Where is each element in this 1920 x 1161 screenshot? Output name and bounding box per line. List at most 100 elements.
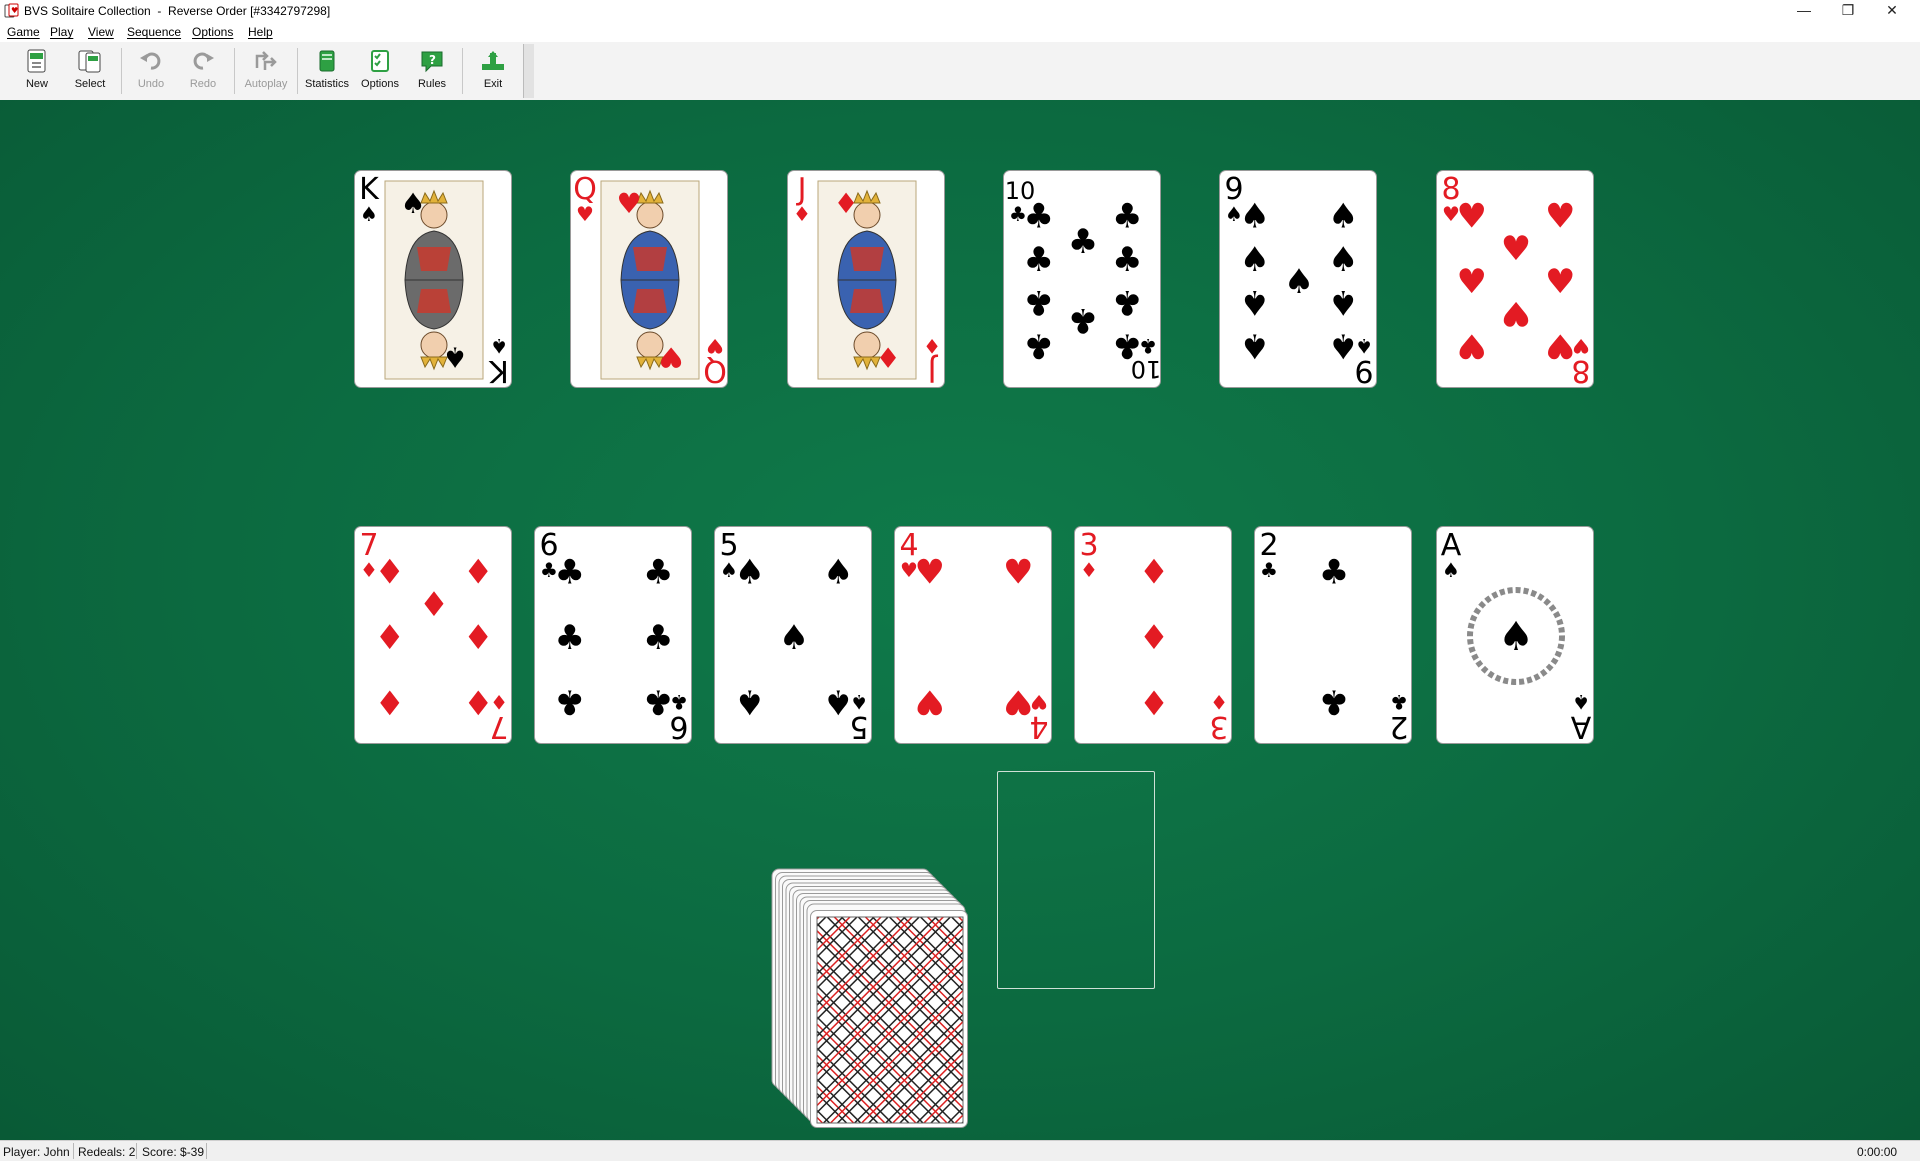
playing-card[interactable]: Q ♥ Q ♥ ♥ ♥ — [570, 170, 728, 388]
suit-pip: ♥ — [1457, 262, 1487, 302]
menu-options[interactable]: Options — [192, 25, 233, 39]
status-score: Score: $-39 — [142, 1145, 205, 1159]
redo-label: Redo — [189, 78, 217, 90]
new-game-icon — [27, 49, 46, 73]
minimize-button[interactable]: — — [1782, 0, 1826, 22]
suit-pip: ♠ — [442, 340, 467, 373]
suit-pip: ♦ — [833, 187, 858, 220]
suit-pip: ♥ — [1545, 196, 1575, 236]
autoplay-button[interactable]: Autoplay — [242, 48, 290, 98]
toolbar-separator — [297, 48, 298, 94]
autoplay-icon — [255, 51, 277, 70]
suit-pip: ♦ — [875, 340, 900, 373]
suit-pip: ♣ — [1112, 326, 1142, 366]
suit-pip: ♦ — [375, 618, 405, 658]
help-icon: ? — [421, 51, 443, 73]
menu-help[interactable]: Help — [248, 25, 273, 39]
card-face: K♠K♠ ♠♠ — [359, 172, 509, 387]
close-button[interactable]: ✕ — [1870, 0, 1914, 22]
face-down-card[interactable] — [810, 910, 968, 1128]
card-suit-index: ♣ — [1260, 558, 1278, 582]
suit-pip: ♦ — [463, 618, 493, 658]
suit-pip: ♣ — [1319, 552, 1349, 592]
card-suit-index: ♠ — [490, 334, 508, 358]
playing-card[interactable]: 7 ♦ 7 ♦ ♦ ♦ ♦ ♦ ♦ ♦ ♦ — [354, 526, 512, 744]
suit-pip: ♥ — [1457, 326, 1487, 366]
svg-text:?: ? — [429, 53, 436, 67]
card-suit-index: ♠ — [1572, 690, 1590, 714]
playing-card[interactable]: J ♦ J ♦ ♦ ♦ — [787, 170, 945, 388]
card-face: 2♣2♣♣♣ — [1259, 528, 1408, 743]
toolbar: New Select Undo Redo Autoplay Statistics… — [0, 42, 1920, 101]
exit-label: Exit — [483, 78, 503, 90]
suit-pip: ♦ — [375, 682, 405, 722]
redo-button[interactable]: Redo — [179, 48, 227, 98]
options-button[interactable]: Options — [356, 48, 404, 98]
playing-card[interactable]: 6 ♣ 6 ♣ ♣ ♣ ♣ ♣ ♣ ♣ — [534, 526, 692, 744]
waste-pile-empty-slot[interactable] — [997, 771, 1155, 989]
suit-pip: ♠ — [1240, 240, 1270, 280]
suit-pip: ♦ — [463, 682, 493, 722]
statistics-icon — [319, 50, 335, 72]
restore-button[interactable]: ❐ — [1826, 0, 1870, 22]
exit-button[interactable]: Exit — [469, 48, 517, 98]
suit-pip: ♣ — [1068, 222, 1098, 262]
rules-button[interactable]: ? Rules — [408, 48, 456, 98]
undo-icon — [140, 52, 161, 70]
suit-pip: ♠ — [735, 552, 765, 592]
suit-pip: ♣ — [1024, 196, 1054, 236]
card-suit-index: ♦ — [1080, 558, 1098, 582]
suit-pip: ♣ — [643, 682, 673, 722]
suit-pip: ♣ — [643, 552, 673, 592]
select-button[interactable]: Select — [66, 48, 114, 98]
menu-game[interactable]: Game — [7, 25, 40, 39]
suit-pip: ♠ — [1498, 614, 1534, 660]
title-bar: ♥ BVS Solitaire Collection - Reverse Ord… — [0, 0, 1920, 22]
new-button[interactable]: New — [13, 48, 61, 98]
card-suit-index: ♦ — [793, 202, 811, 226]
card-face: 3♦3♦♦♦♦ — [1079, 528, 1228, 743]
undo-button[interactable]: Undo — [127, 48, 175, 98]
select-game-icon — [78, 50, 101, 73]
suit-pip: ♥ — [915, 682, 945, 722]
menu-sequence[interactable]: Sequence — [127, 25, 181, 39]
suit-pip: ♥ — [915, 552, 945, 592]
card-suit-index: ♥ — [706, 334, 724, 358]
suit-pip: ♦ — [1139, 682, 1169, 722]
suit-pip: ♠ — [1240, 326, 1270, 366]
suit-pip: ♣ — [1112, 196, 1142, 236]
suit-pip: ♥ — [1003, 552, 1033, 592]
card-face: 6♣6♣♣ ♣♣ ♣♣ ♣ — [539, 528, 688, 743]
playing-card[interactable]: 3 ♦ 3 ♦ ♦ ♦ ♦ — [1074, 526, 1232, 744]
menu-view[interactable]: View — [88, 25, 114, 39]
status-separator — [206, 1143, 207, 1159]
suit-pip: ♠ — [823, 552, 853, 592]
playing-card[interactable]: K ♠ K ♠ ♠ ♠ — [354, 170, 512, 388]
card-face: Q♥Q♥ ♥♥ — [573, 172, 727, 387]
menu-play[interactable]: Play — [50, 25, 73, 39]
suit-pip: ♣ — [1319, 682, 1349, 722]
playing-card[interactable]: 9 ♠ 9 ♠ ♠ ♠ ♠ ♠ ♠ ♠ ♠ ♠ ♠ — [1219, 170, 1377, 388]
toolbar-grip[interactable] — [523, 44, 534, 98]
suit-pip: ♥ — [616, 187, 641, 220]
playing-card[interactable]: 10 ♣ 10 ♣ ♣ ♣ ♣ ♣ ♣ ♣ ♣ ♣ ♣ ♣ — [1003, 170, 1161, 388]
status-bar: Player: John Redeals: 2 Score: $-39 0:00… — [0, 1140, 1920, 1161]
card-suit-index: ♠ — [360, 202, 378, 226]
toolbar-separator — [121, 48, 122, 94]
suit-pip: ♥ — [1501, 229, 1531, 269]
card-face: A♠A♠♠ — [1441, 528, 1592, 743]
playing-card[interactable]: 8 ♥ 8 ♥ ♥ ♥ ♥ ♥ ♥ ♥ ♥ ♥ — [1436, 170, 1594, 388]
statistics-button[interactable]: Statistics — [303, 48, 351, 98]
playing-card[interactable]: 5 ♠ 5 ♠ ♠ ♠ ♠ ♠ ♠ — [714, 526, 872, 744]
playing-card[interactable]: 2 ♣ 2 ♣ ♣ ♣ — [1254, 526, 1412, 744]
new-label: New — [25, 78, 48, 90]
card-back-pattern-icon — [816, 916, 964, 1124]
options-checklist-icon — [371, 50, 389, 72]
playing-card[interactable]: A ♠ A ♠ ♠ — [1436, 526, 1594, 744]
select-label: Select — [74, 78, 106, 90]
playing-card[interactable]: 4 ♥ 4 ♥ ♥ ♥ ♥ ♥ — [894, 526, 1052, 744]
suit-pip: ♦ — [1139, 618, 1169, 658]
autoplay-label: Autoplay — [244, 78, 288, 90]
card-face: 7♦7♦♦ ♦♦♦ ♦♦ ♦ — [359, 528, 508, 743]
suit-pip: ♣ — [1024, 326, 1054, 366]
